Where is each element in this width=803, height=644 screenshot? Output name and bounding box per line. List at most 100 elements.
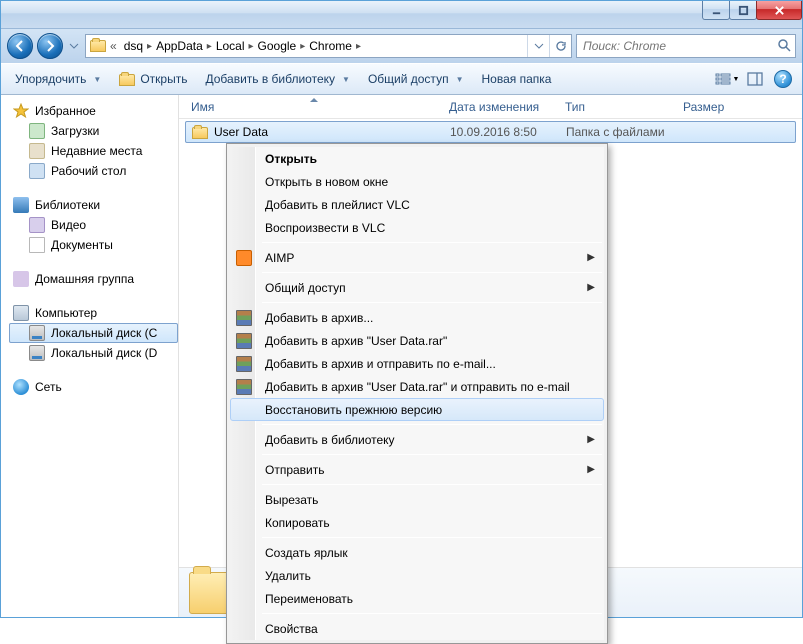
chevron-right-icon[interactable]: ▸ — [355, 41, 362, 52]
maximize-button[interactable] — [729, 1, 757, 20]
sidebar-item-desktop[interactable]: Рабочий стол — [9, 161, 178, 181]
context-menu-item[interactable]: Переименовать — [230, 587, 604, 610]
context-menu-item-label: Добавить в плейлист VLC — [265, 198, 410, 212]
context-menu-item-label: Общий доступ — [265, 281, 346, 295]
context-menu-separator — [262, 454, 602, 455]
search-icon — [777, 38, 791, 55]
history-dropdown-icon[interactable] — [67, 36, 81, 56]
context-menu-item[interactable]: Добавить в плейлист VLC — [230, 193, 604, 216]
sidebar-item-videos[interactable]: Видео — [9, 215, 178, 235]
rar-icon — [236, 356, 252, 372]
file-row[interactable]: User Data 10.09.2016 8:50 Папка с файлам… — [185, 121, 796, 143]
context-menu-separator — [262, 424, 602, 425]
sidebar-item-disk-d[interactable]: Локальный диск (D — [9, 343, 178, 363]
context-menu-item[interactable]: Свойства — [230, 617, 604, 640]
context-menu-item[interactable]: Открыть в новом окне — [230, 170, 604, 193]
sidebar-group-label: Сеть — [35, 380, 62, 394]
path-dropdown-icon[interactable] — [527, 35, 549, 57]
homegroup-group: Домашняя группа — [9, 269, 178, 289]
context-menu-separator — [262, 537, 602, 538]
context-menu-item[interactable]: Удалить — [230, 564, 604, 587]
sidebar-group-computer[interactable]: Компьютер — [9, 303, 178, 323]
sidebar-item-disk-c[interactable]: Локальный диск (C — [9, 323, 178, 343]
context-menu-item[interactable]: AIMP▶ — [230, 246, 604, 269]
context-menu-item[interactable]: Добавить в архив "User Data.rar" и отпра… — [230, 375, 604, 398]
sidebar-group-homegroup[interactable]: Домашняя группа — [9, 269, 178, 289]
context-menu-item[interactable]: Общий доступ ▶ — [230, 276, 604, 299]
disk-icon — [29, 345, 45, 361]
context-menu-separator — [262, 242, 602, 243]
star-icon — [13, 103, 29, 119]
context-menu-item-label: Копировать — [265, 516, 330, 530]
sidebar-group-libraries[interactable]: Библиотеки — [9, 195, 178, 215]
breadcrumb[interactable]: Google — [255, 35, 300, 57]
context-menu-separator — [262, 272, 602, 273]
breadcrumb-overflow[interactable]: « — [108, 39, 121, 53]
breadcrumb[interactable]: Local — [213, 35, 248, 57]
context-menu-item[interactable]: Отправить ▶ — [230, 458, 604, 481]
sidebar-item-recent[interactable]: Недавние места — [9, 141, 178, 161]
context-menu-item[interactable]: Открыть — [230, 147, 604, 170]
homegroup-icon — [13, 271, 29, 287]
search-input[interactable] — [581, 38, 777, 54]
column-type[interactable]: Тип — [559, 95, 677, 118]
context-menu-item-label: Отправить — [265, 463, 325, 477]
close-button[interactable] — [756, 1, 802, 20]
sidebar-group-label: Домашняя группа — [35, 272, 134, 286]
folder-large-icon — [189, 572, 231, 614]
chevron-down-icon: ▼ — [733, 76, 740, 83]
context-menu-item[interactable]: Воспроизвести в VLC — [230, 216, 604, 239]
submenu-arrow-icon: ▶ — [587, 434, 595, 445]
context-menu-item[interactable]: Восстановить прежнюю версию — [230, 398, 604, 421]
help-button[interactable]: ? — [770, 67, 796, 91]
add-to-library-button[interactable]: Добавить в библиотеку▼ — [197, 68, 357, 90]
column-size[interactable]: Размер — [677, 95, 757, 118]
sidebar-item-documents[interactable]: Документы — [9, 235, 178, 255]
breadcrumb[interactable]: AppData — [153, 35, 206, 57]
sidebar-group-network[interactable]: Сеть — [9, 377, 178, 397]
back-button[interactable] — [7, 33, 33, 59]
context-menu-item-label: Добавить в библиотеку — [265, 433, 395, 447]
context-menu-item[interactable]: Добавить в библиотеку ▶ — [230, 428, 604, 451]
sidebar-group-favorites[interactable]: Избранное — [9, 101, 178, 121]
refresh-button[interactable] — [549, 35, 571, 57]
folder-icon — [90, 40, 106, 52]
view-options-button[interactable]: ▼ — [714, 67, 740, 91]
context-menu-item-label: Открыть в новом окне — [265, 175, 388, 189]
computer-group: Компьютер Локальный диск (C Локальный ди… — [9, 303, 178, 363]
share-button[interactable]: Общий доступ▼ — [360, 68, 472, 90]
sidebar-group-label: Избранное — [35, 104, 96, 118]
context-menu-item[interactable]: Добавить в архив и отправить по e-mail..… — [230, 352, 604, 375]
minimize-button[interactable] — [702, 1, 730, 20]
forward-button[interactable] — [37, 33, 63, 59]
aimp-icon — [236, 250, 252, 266]
breadcrumb[interactable]: dsq — [121, 35, 146, 57]
context-menu-item[interactable]: Вырезать — [230, 488, 604, 511]
breadcrumb[interactable]: Chrome — [306, 35, 355, 57]
address-bar[interactable]: « dsq▸ AppData▸ Local▸ Google▸ Chrome▸ — [85, 34, 572, 58]
disk-icon — [29, 325, 45, 341]
context-menu-item[interactable]: Добавить в архив "User Data.rar" — [230, 329, 604, 352]
submenu-arrow-icon: ▶ — [587, 464, 595, 475]
organize-button[interactable]: Упорядочить▼ — [7, 68, 109, 90]
chevron-right-icon[interactable]: ▸ — [248, 41, 255, 52]
chevron-right-icon[interactable]: ▸ — [299, 41, 306, 52]
context-menu-item[interactable]: Копировать — [230, 511, 604, 534]
libraries-group: Библиотеки Видео Документы — [9, 195, 178, 255]
submenu-arrow-icon: ▶ — [587, 282, 595, 293]
network-icon — [13, 379, 29, 395]
new-folder-button[interactable]: Новая папка — [473, 68, 559, 90]
places-icon — [29, 143, 45, 159]
open-button[interactable]: Открыть — [111, 68, 195, 90]
chevron-right-icon[interactable]: ▸ — [146, 41, 153, 52]
search-box[interactable] — [576, 34, 796, 58]
context-menu-item-label: Добавить в архив "User Data.rar" и отпра… — [265, 380, 570, 394]
context-menu-item[interactable]: Создать ярлык — [230, 541, 604, 564]
sidebar-item-downloads[interactable]: Загрузки — [9, 121, 178, 141]
column-modified[interactable]: Дата изменения — [443, 95, 559, 118]
context-menu-item[interactable]: Добавить в архив... — [230, 306, 604, 329]
computer-icon — [13, 305, 29, 321]
preview-pane-button[interactable] — [742, 67, 768, 91]
column-name[interactable]: Имя — [185, 95, 443, 118]
chevron-right-icon[interactable]: ▸ — [206, 41, 213, 52]
